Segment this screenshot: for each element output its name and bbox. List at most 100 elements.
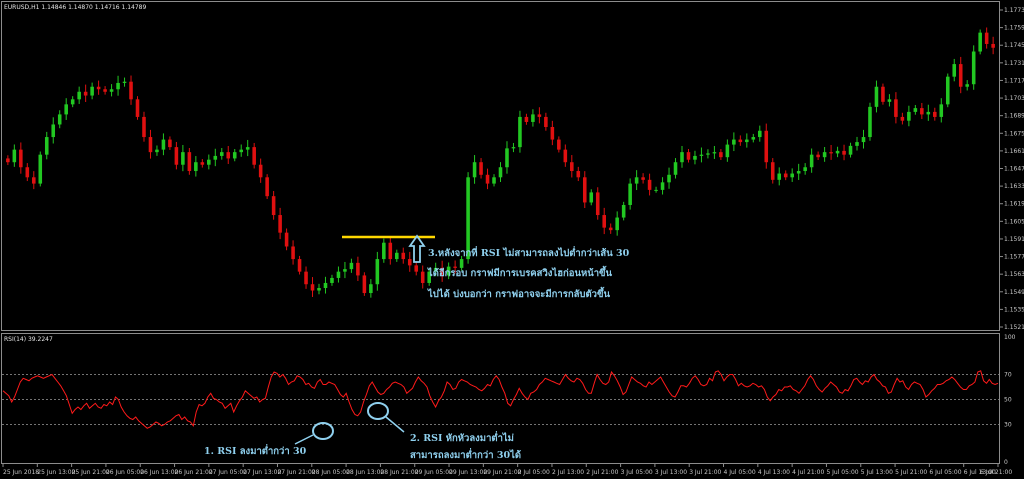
time-tick-label: 27 Jun 05:00	[209, 469, 247, 476]
candle-body	[745, 139, 749, 143]
candle-body	[531, 114, 535, 122]
candle-body	[602, 215, 606, 228]
candle-body	[751, 137, 756, 140]
time-tick-label: 2 Jul 13:00	[552, 469, 584, 476]
candle-body	[628, 183, 632, 205]
price-tick-label: 1.16470	[1004, 166, 1024, 173]
candle-body	[498, 167, 503, 178]
candle-body	[96, 86, 101, 90]
candle-body	[582, 177, 587, 203]
candle-body	[595, 192, 600, 216]
candle-body	[278, 215, 282, 233]
price-tick-label: 1.17310	[1004, 60, 1024, 67]
time-tick-label: 29 Jun 05:00	[415, 469, 453, 476]
price-tick-label: 1.15770	[1004, 254, 1024, 261]
candle-body	[816, 154, 820, 158]
price-tick-label: 1.16610	[1004, 148, 1024, 155]
candle-body	[51, 124, 56, 138]
candle-body	[712, 152, 717, 154]
time-tick-label: 5 Jul 05:00	[826, 469, 858, 476]
time-tick-label: 6 Jul 05:00	[929, 469, 961, 476]
candle-body	[271, 196, 276, 216]
candle-body	[686, 152, 691, 160]
annotation-3-line-3: ไปได้ บ่งบอกว่า กราฟอาจจะมีการกลับตัวขึ้…	[427, 286, 610, 300]
time-tick-label: 26 Jun 13:00	[140, 469, 178, 476]
candle-body	[284, 232, 289, 247]
candle-body	[706, 153, 710, 155]
candle-body	[855, 142, 859, 146]
candle-body	[485, 174, 490, 184]
candle-body	[544, 116, 548, 127]
time-tick-label: 29 Jun 21:00	[483, 469, 521, 476]
candle-body	[122, 81, 127, 83]
rsi-tick-label: 0	[1004, 459, 1008, 466]
time-tick-label: 6 Jul 21:00	[980, 469, 1012, 476]
annotation-1: 1. RSI ลงมาต่ำกว่า 30	[204, 443, 307, 457]
candle-body	[466, 177, 470, 260]
candle-body	[90, 86, 94, 96]
price-tick-label: 1.16890	[1004, 113, 1024, 120]
price-tick-label: 1.16750	[1004, 130, 1024, 137]
candle-body	[933, 111, 937, 117]
candle-body	[200, 162, 205, 165]
candle-body	[518, 116, 522, 148]
candle-body	[608, 227, 613, 231]
candle-body	[647, 179, 652, 190]
candle-body	[770, 162, 775, 180]
candle-body	[537, 114, 542, 117]
candle-body	[920, 108, 924, 115]
candle-body	[323, 282, 328, 289]
candle-body	[414, 265, 419, 272]
candle-body	[654, 189, 658, 191]
candle-body	[660, 182, 665, 190]
candle-body	[70, 99, 75, 105]
candle-body	[557, 139, 561, 150]
time-tick-label: 28 Jun 05:00	[312, 469, 350, 476]
candle-body	[479, 162, 483, 175]
candle-body	[356, 262, 360, 276]
candle-body	[395, 252, 399, 260]
candle-body	[550, 126, 555, 140]
candle-body	[369, 284, 373, 294]
trading-chart[interactable]: EURUSD,H1 1.14846 1.14870 1.14716 1.1478…	[0, 0, 1024, 479]
candle-body	[232, 152, 237, 159]
time-tick-label: 25 Jun 13:00	[37, 469, 75, 476]
candle-body	[790, 173, 794, 178]
candle-body	[181, 152, 185, 165]
rsi-tick-label: 30	[1004, 422, 1012, 429]
candle-body	[913, 108, 918, 112]
candle-body	[310, 284, 315, 291]
candle-body	[524, 116, 529, 122]
candle-body	[57, 114, 62, 125]
candle-body	[505, 148, 509, 168]
candle-body	[971, 51, 976, 85]
candle-body	[362, 275, 367, 294]
candle-body	[103, 89, 107, 92]
price-tick-label: 1.17030	[1004, 95, 1024, 102]
candle-body	[641, 177, 645, 180]
candle-body	[336, 271, 341, 278]
candle-body	[38, 154, 43, 184]
candle-body	[25, 167, 30, 178]
candle-body	[868, 106, 872, 138]
candle-body	[939, 104, 944, 117]
candle-body	[783, 173, 788, 178]
time-tick-label: 4 Jul 13:00	[758, 469, 790, 476]
time-tick-label: 28 Jun 13:00	[346, 469, 384, 476]
candle-body	[6, 158, 10, 163]
candle-body	[64, 104, 68, 115]
rsi-tick-label: 100	[1004, 334, 1016, 341]
candle-body	[822, 152, 827, 158]
time-tick-label: 28 Jun 21:00	[380, 469, 418, 476]
candle-body	[732, 139, 736, 145]
candle-body	[492, 177, 496, 184]
time-tick-label: 4 Jul 21:00	[792, 469, 824, 476]
candle-body	[900, 116, 905, 121]
candle-body	[32, 177, 36, 184]
candle-body	[952, 64, 957, 77]
price-tick-label: 1.17590	[1004, 25, 1024, 32]
annotation-3: 3.หลังจากที่ RSI ไม่สามารถลงไปต่ำกว่าเส้…	[427, 245, 633, 300]
candle-body	[187, 152, 192, 172]
candle-body	[213, 155, 218, 160]
candle-body	[317, 288, 321, 291]
